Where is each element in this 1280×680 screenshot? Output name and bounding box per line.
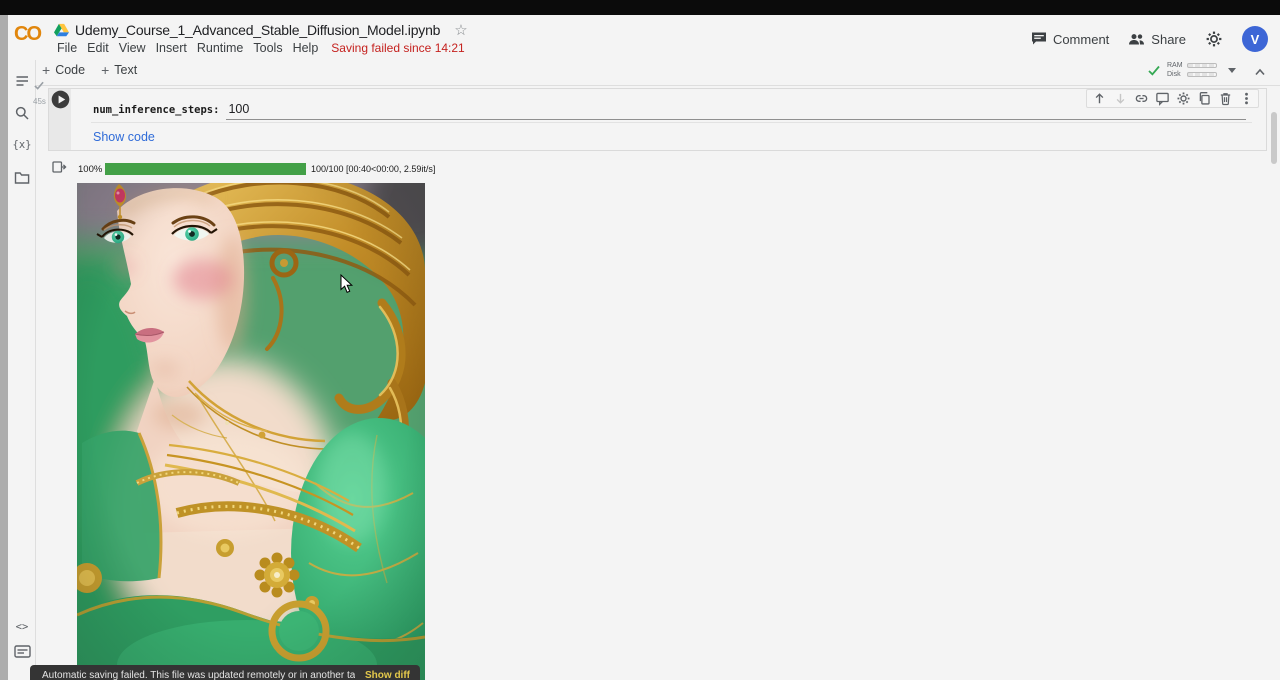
vertical-scrollbar-thumb[interactable] xyxy=(1271,112,1277,164)
form-divider xyxy=(91,122,1252,123)
menu-bar: File Edit View Insert Runtime Tools Help… xyxy=(52,41,465,55)
snackbar: Automatic saving failed. This file was u… xyxy=(30,665,420,680)
notebook-toolbar: + Code + Text RAM Disk xyxy=(8,59,1280,86)
snackbar-message: Automatic saving failed. This file was u… xyxy=(42,670,355,680)
check-icon xyxy=(1148,65,1160,76)
menu-edit[interactable]: Edit xyxy=(82,41,114,55)
disk-label: Disk xyxy=(1167,71,1183,78)
left-sidebar: {x} <> xyxy=(8,60,36,680)
chevron-down-icon[interactable] xyxy=(1228,68,1236,73)
add-text-label: Text xyxy=(114,63,137,77)
comment-icon xyxy=(1031,32,1047,46)
colab-app: CO Udemy_Course_1_Advanced_Stable_Diffus… xyxy=(0,0,1280,680)
comment-label: Comment xyxy=(1053,32,1109,47)
move-cell-up-button[interactable] xyxy=(1090,91,1108,107)
colab-logo[interactable]: CO xyxy=(14,23,40,46)
show-diff-link[interactable]: Show diff xyxy=(365,670,410,680)
cell-execution-time: 45s xyxy=(33,97,46,106)
ram-label: RAM xyxy=(1167,62,1183,69)
mirror-cell-copy-icon[interactable] xyxy=(1195,91,1213,107)
add-code-label: Code xyxy=(55,63,85,77)
run-cell-button[interactable] xyxy=(51,90,70,109)
drive-icon xyxy=(54,23,69,37)
settings-button[interactable] xyxy=(1205,30,1223,48)
delete-cell-trash-icon[interactable] xyxy=(1216,91,1234,107)
add-code-button[interactable]: + Code xyxy=(42,63,85,77)
add-text-button[interactable]: + Text xyxy=(101,63,137,77)
cell-toolbar xyxy=(1086,89,1259,108)
window-top-bar xyxy=(0,0,1280,15)
menu-help[interactable]: Help xyxy=(288,41,324,55)
title-row: Udemy_Course_1_Advanced_Stable_Diffusion… xyxy=(54,21,468,39)
notebook-title[interactable]: Udemy_Course_1_Advanced_Stable_Diffusion… xyxy=(75,22,440,38)
files-icon[interactable] xyxy=(13,168,31,186)
output-expand-icon[interactable] xyxy=(52,160,67,174)
resource-gauges: RAM Disk xyxy=(1167,62,1217,78)
window-left-edge xyxy=(0,15,8,680)
star-icon[interactable]: ☆ xyxy=(454,23,467,38)
form-field-label: num_inference_steps: xyxy=(93,104,219,120)
share-button[interactable]: Share xyxy=(1128,32,1186,47)
cell-executed-check-icon xyxy=(34,81,44,90)
plus-icon: + xyxy=(101,63,109,77)
disk-gauge xyxy=(1187,72,1217,77)
terminal-icon[interactable] xyxy=(13,642,31,660)
menu-insert[interactable]: Insert xyxy=(151,41,192,55)
resources-widget[interactable]: RAM Disk xyxy=(1148,62,1236,78)
generated-image-output xyxy=(77,183,425,680)
add-comment-icon[interactable] xyxy=(1153,91,1171,107)
add-cell-buttons: + Code + Text xyxy=(42,63,137,77)
menu-tools[interactable]: Tools xyxy=(248,41,287,55)
variables-icon[interactable]: {x} xyxy=(13,136,31,154)
progress-percent: 100% xyxy=(78,164,103,175)
saving-status[interactable]: Saving failed since 14:21 xyxy=(331,41,464,55)
progress-fill xyxy=(105,163,306,175)
search-icon[interactable] xyxy=(13,104,31,122)
progress-track xyxy=(105,163,306,175)
move-cell-down-button[interactable] xyxy=(1111,91,1129,107)
header-actions: Comment Share xyxy=(1031,26,1268,52)
copy-link-to-cell-button[interactable] xyxy=(1132,91,1150,107)
menu-view[interactable]: View xyxy=(114,41,151,55)
collapse-header-button[interactable] xyxy=(1252,64,1268,80)
show-code-link[interactable]: Show code xyxy=(93,130,155,144)
settings-gear-icon xyxy=(1205,30,1223,48)
header: CO Udemy_Course_1_Advanced_Stable_Diffus… xyxy=(8,15,1280,59)
form-field-row: num_inference_steps: xyxy=(93,98,1246,120)
menu-runtime[interactable]: Runtime xyxy=(192,41,249,55)
menu-file[interactable]: File xyxy=(52,41,82,55)
share-label: Share xyxy=(1151,32,1186,47)
code-snippets-icon[interactable]: <> xyxy=(13,618,31,636)
cell-settings-gear-icon[interactable] xyxy=(1174,91,1192,107)
table-of-contents-icon[interactable] xyxy=(13,72,31,90)
share-icon xyxy=(1128,32,1145,46)
ram-gauge xyxy=(1187,63,1217,68)
code-cell: num_inference_steps: Show code xyxy=(48,88,1267,151)
progress-stats: 100/100 [00:40<00:00, 2.59it/s] xyxy=(311,164,435,174)
comment-button[interactable]: Comment xyxy=(1031,32,1109,47)
tqdm-progress: 100% 100/100 [00:40<00:00, 2.59it/s] xyxy=(78,163,435,175)
avatar[interactable]: V xyxy=(1242,26,1268,52)
plus-icon: + xyxy=(42,63,50,77)
more-options-icon[interactable] xyxy=(1237,91,1255,107)
